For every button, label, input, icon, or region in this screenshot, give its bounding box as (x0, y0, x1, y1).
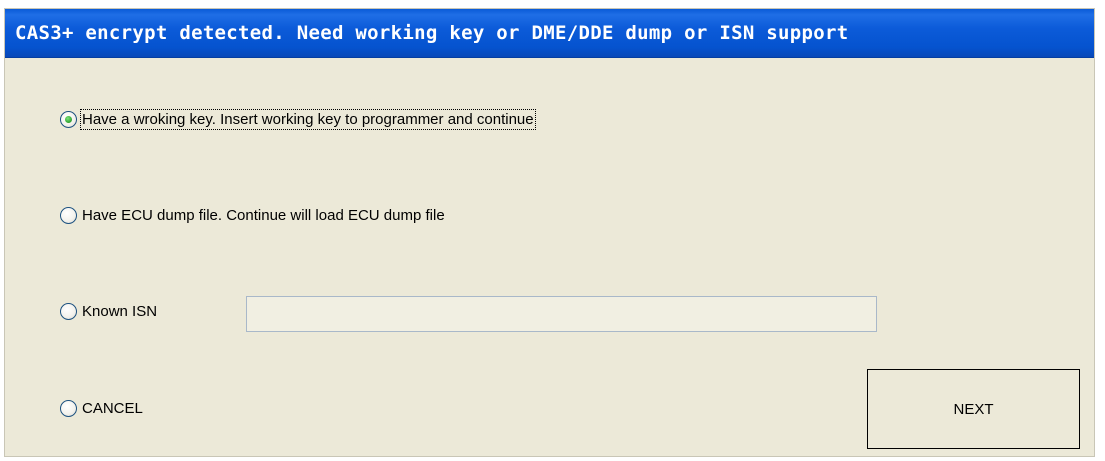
radio-working-key[interactable] (60, 111, 77, 128)
option-ecu-dump[interactable]: Have ECU dump file. Continue will load E… (60, 206, 446, 225)
option-cancel[interactable]: CANCEL (60, 399, 144, 418)
option-working-key[interactable]: Have a wroking key. Insert working key t… (60, 109, 536, 130)
radio-ecu-dump[interactable] (60, 207, 77, 224)
option-ecu-dump-label[interactable]: Have ECU dump file. Continue will load E… (81, 206, 446, 225)
radio-known-isn[interactable] (60, 303, 77, 320)
option-known-isn-label[interactable]: Known ISN (81, 302, 158, 321)
radio-cancel[interactable] (60, 400, 77, 417)
option-working-key-label[interactable]: Have a wroking key. Insert working key t… (80, 109, 536, 130)
isn-input[interactable] (246, 296, 877, 332)
window-title: CAS3+ encrypt detected. Need working key… (15, 22, 849, 44)
option-known-isn[interactable]: Known ISN (60, 302, 158, 321)
dialog-window: CAS3+ encrypt detected. Need working key… (4, 8, 1095, 457)
title-bar[interactable]: CAS3+ encrypt detected. Need working key… (5, 9, 1094, 58)
option-cancel-label[interactable]: CANCEL (81, 399, 144, 418)
next-button[interactable]: NEXT (867, 369, 1080, 449)
